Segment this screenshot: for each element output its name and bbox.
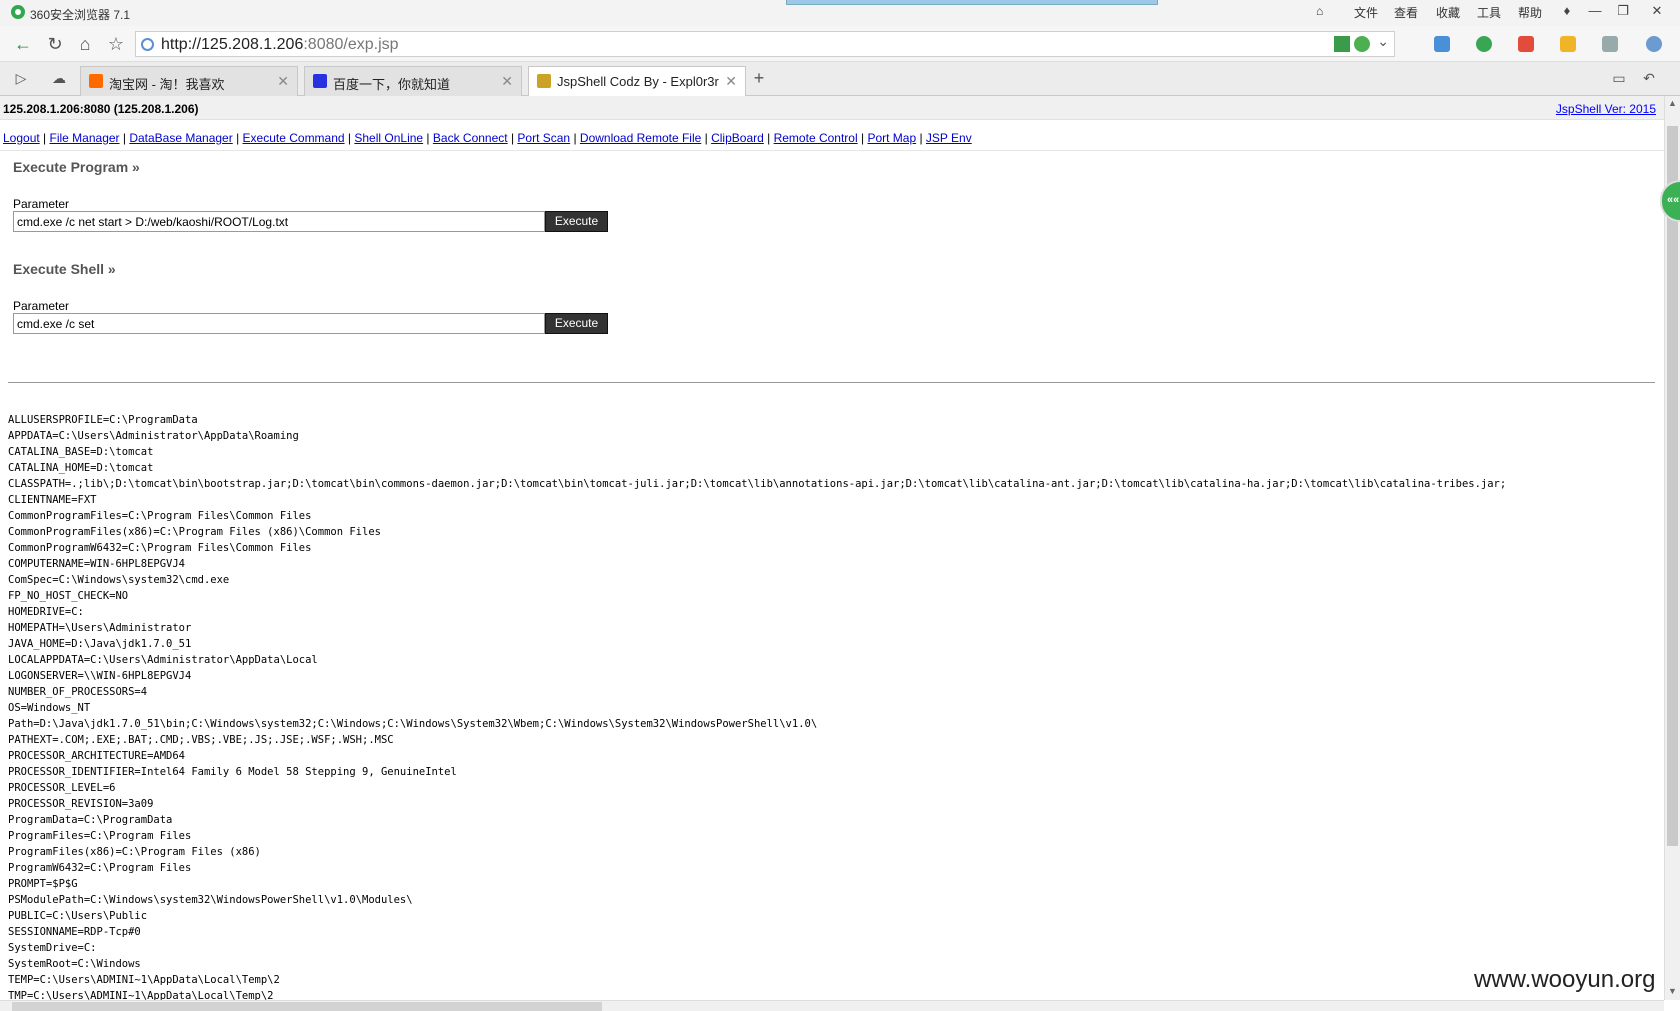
execute-shell-title: Execute Shell » bbox=[13, 261, 116, 277]
host-info: 125.208.1.206:8080 (125.208.1.206) bbox=[3, 102, 199, 116]
nav-link-back-connect[interactable]: Back Connect bbox=[433, 131, 508, 145]
menu-file[interactable]: 文件 bbox=[1354, 4, 1378, 22]
minimize-button[interactable]: — bbox=[1584, 2, 1606, 20]
sidebar-toggle-icon[interactable]: ▷ bbox=[8, 65, 34, 91]
browser-logo-icon bbox=[11, 5, 25, 19]
nav-separator: | bbox=[916, 131, 926, 145]
dropdown-chevron-icon[interactable]: ⌄ bbox=[1377, 33, 1389, 50]
nav-separator: | bbox=[763, 131, 774, 145]
address-bar: ← ↻ ⌂ ☆ http://125.208.1.206:8080/exp.js… bbox=[0, 26, 1680, 62]
favorite-star-icon[interactable]: ☆ bbox=[103, 31, 129, 57]
close-tab-icon[interactable]: ✕ bbox=[277, 73, 289, 90]
watermark: www.wooyun.org bbox=[1474, 966, 1656, 993]
apps-icon[interactable] bbox=[1434, 36, 1450, 52]
shell-param-input[interactable] bbox=[13, 313, 545, 334]
menu-view[interactable]: 查看 bbox=[1394, 4, 1418, 22]
tab-taobao[interactable]: 淘宝网 - 淘！我喜欢 ✕ bbox=[80, 66, 298, 96]
vertical-scrollbar[interactable]: ▲ ▼ bbox=[1664, 96, 1680, 1000]
nav-link-port-map[interactable]: Port Map bbox=[867, 131, 916, 145]
close-window-button[interactable]: ✕ bbox=[1646, 2, 1668, 20]
menu-favorites[interactable]: 收藏 bbox=[1436, 4, 1460, 22]
security-shield-icon[interactable] bbox=[1476, 36, 1492, 52]
skin-icon[interactable]: ♦ bbox=[1556, 2, 1578, 20]
url-path: :8080/exp.jsp bbox=[303, 36, 399, 53]
version-link[interactable]: JspShell Ver: 2015 bbox=[1556, 102, 1656, 116]
nav-separator: | bbox=[570, 131, 580, 145]
ie-mode-icon[interactable] bbox=[1354, 36, 1370, 52]
command-output: ALLUSERSPROFILE=C:\ProgramData APPDATA=C… bbox=[8, 414, 1507, 1000]
site-globe-icon bbox=[141, 38, 154, 51]
baidu-favicon-icon bbox=[313, 74, 327, 88]
shell-header: 125.208.1.206:8080 (125.208.1.206) JspSh… bbox=[0, 96, 1664, 120]
title-bar: 360安全浏览器 7.1 ⌂ 文件 查看 收藏 工具 帮助 ♦ — ❐ ✕ bbox=[0, 0, 1680, 26]
shell-param-label: Parameter bbox=[13, 299, 70, 313]
nav-link-remote-control[interactable]: Remote Control bbox=[774, 131, 858, 145]
nav-separator: | bbox=[423, 131, 433, 145]
execute-program-title: Execute Program » bbox=[13, 159, 140, 175]
nav-separator: | bbox=[119, 131, 130, 145]
close-tab-icon[interactable]: ✕ bbox=[501, 73, 513, 90]
nav-link-execute-command[interactable]: Execute Command bbox=[243, 131, 345, 145]
execute-shell-button[interactable]: Execute bbox=[545, 313, 608, 334]
undo-close-icon[interactable]: ↶ bbox=[1636, 65, 1662, 91]
pdf-icon[interactable] bbox=[1518, 36, 1534, 52]
scroll-up-icon[interactable]: ▲ bbox=[1668, 98, 1677, 108]
execute-program-button[interactable]: Execute bbox=[545, 211, 608, 232]
nav-link-logout[interactable]: Logout bbox=[3, 131, 40, 145]
search-icon[interactable] bbox=[1646, 36, 1662, 52]
page-content: 125.208.1.206:8080 (125.208.1.206) JspSh… bbox=[0, 96, 1664, 1000]
scrollbar-thumb[interactable] bbox=[1667, 126, 1678, 846]
jspshell-favicon-icon bbox=[537, 74, 551, 88]
nav-link-port-scan[interactable]: Port Scan bbox=[517, 131, 570, 145]
tab-list-icon[interactable]: ▭ bbox=[1606, 65, 1632, 91]
hscrollbar-thumb[interactable] bbox=[12, 1002, 602, 1011]
tab-jspshell[interactable]: JspShell Codz By - Expl0r3r ✕ bbox=[528, 66, 746, 97]
nav-link-database-manager[interactable]: DataBase Manager bbox=[129, 131, 232, 145]
cloud-icon[interactable]: ☁ bbox=[46, 65, 72, 91]
widget-arrows-icon: «« bbox=[1667, 194, 1680, 206]
url-input[interactable]: http://125.208.1.206:8080/exp.jsp ⌄ bbox=[135, 31, 1395, 57]
program-param-input[interactable] bbox=[13, 211, 545, 232]
nav-separator: | bbox=[232, 131, 243, 145]
nav-link-jsp-env[interactable]: JSP Env bbox=[926, 131, 972, 145]
nav-link-file-manager[interactable]: File Manager bbox=[50, 131, 120, 145]
app-title: 360安全浏览器 7.1 bbox=[30, 8, 131, 22]
user-icon[interactable]: ⌂ bbox=[1316, 4, 1323, 22]
refresh-icon[interactable]: ↻ bbox=[42, 31, 68, 57]
shell-nav: Logout | File Manager | DataBase Manager… bbox=[3, 131, 972, 145]
nav-divider bbox=[0, 150, 1664, 151]
nav-link-download-remote-file[interactable]: Download Remote File bbox=[580, 131, 701, 145]
url-host: http://125.208.1.206 bbox=[161, 36, 304, 53]
window-thumbnail bbox=[786, 0, 1158, 5]
extension-icon[interactable] bbox=[1560, 36, 1576, 52]
program-param-label: Parameter bbox=[13, 197, 70, 211]
scroll-down-icon[interactable]: ▼ bbox=[1668, 986, 1677, 996]
url-text[interactable]: http://125.208.1.206:8080/exp.jsp bbox=[161, 36, 399, 54]
output-divider bbox=[8, 382, 1655, 383]
menu-help[interactable]: 帮助 bbox=[1518, 4, 1542, 22]
tab-bar: ▷ ☁ 淘宝网 - 淘！我喜欢 ✕ 百度一下，你就知道 ✕ JspShell C… bbox=[0, 62, 1680, 97]
nav-separator: | bbox=[39, 131, 50, 145]
tab-label: JspShell Codz By - Expl0r3r bbox=[557, 74, 719, 89]
horizontal-scrollbar[interactable] bbox=[0, 1000, 1664, 1011]
restore-button[interactable]: ❐ bbox=[1612, 2, 1634, 20]
nav-link-clipboard[interactable]: ClipBoard bbox=[711, 131, 764, 145]
taobao-favicon-icon bbox=[89, 74, 103, 88]
nav-separator: | bbox=[857, 131, 868, 145]
back-icon[interactable]: ← bbox=[10, 31, 36, 57]
tab-label: 百度一下，你就知道 bbox=[333, 77, 451, 92]
nav-separator: | bbox=[344, 131, 355, 145]
nav-link-shell-online[interactable]: Shell OnLine bbox=[354, 131, 423, 145]
tab-label: 淘宝网 - 淘！我喜欢 bbox=[109, 77, 225, 92]
nav-separator: | bbox=[701, 131, 712, 145]
new-tab-button[interactable]: + bbox=[746, 65, 772, 91]
tab-baidu[interactable]: 百度一下，你就知道 ✕ bbox=[304, 66, 522, 96]
close-tab-icon[interactable]: ✕ bbox=[725, 73, 737, 90]
screenshot-icon[interactable] bbox=[1602, 36, 1618, 52]
menu-tools[interactable]: 工具 bbox=[1477, 4, 1501, 22]
nav-separator: | bbox=[507, 131, 518, 145]
home-icon[interactable]: ⌂ bbox=[72, 31, 98, 57]
qr-code-icon[interactable] bbox=[1334, 36, 1350, 52]
